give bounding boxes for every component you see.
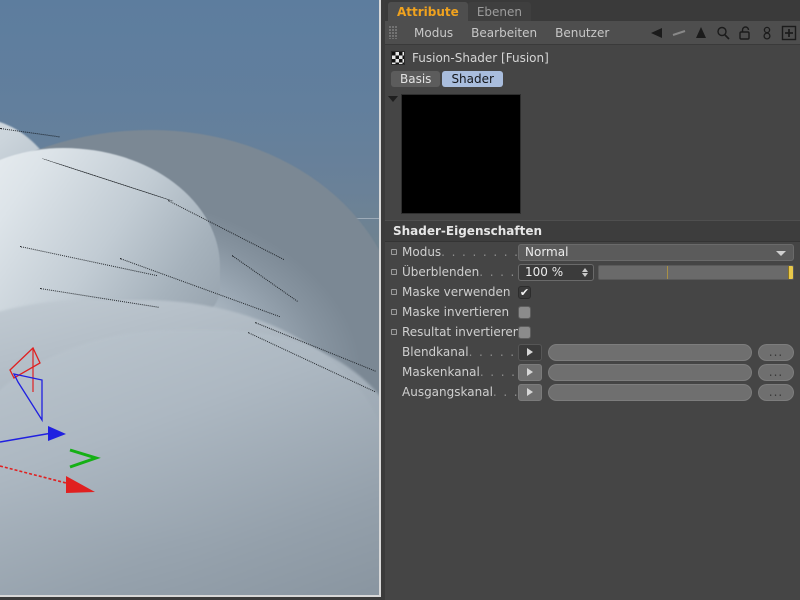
viewport-container[interactable] [0, 0, 384, 600]
ueberblenden-input[interactable]: 100 % [518, 263, 594, 281]
object-name-label: Fusion-Shader [Fusion] [412, 51, 549, 65]
row-modus: Modus. . . . . . . . . . . . Normal [385, 242, 800, 262]
maskenkanal-field[interactable] [548, 363, 752, 381]
label-ausgangskanal-dots: . . . . . [492, 385, 518, 399]
maskenkanal-expand-button[interactable] [518, 363, 542, 381]
attribute-manager-panel: Attribute Ebenen Modus Bearbeiten Benutz… [385, 0, 800, 600]
row-ausgangskanal: Ausgangskanal. . . . . ... [385, 382, 800, 402]
row-blendkanal: Blendkanal. . . . . . . . ... [385, 342, 800, 362]
panel-tabbar: Attribute Ebenen [385, 0, 800, 21]
drag-grip-icon[interactable] [389, 26, 398, 39]
section-header-shader-properties: Shader-Eigenschaften [385, 220, 800, 242]
y-axis-arrow[interactable] [69, 448, 101, 469]
blendkanal-more-button[interactable]: ... [758, 343, 794, 361]
label-maskenkanal: Maskenkanal. . . . . . . [400, 365, 518, 379]
unlock-icon[interactable] [734, 22, 756, 44]
ueberblenden-value: 100 % [525, 265, 564, 279]
animation-key-maske-verwenden[interactable] [391, 289, 400, 295]
label-maskenkanal-text: Maskenkanal [402, 365, 480, 379]
axis-gizmo[interactable] [0, 330, 170, 500]
chevron-down-icon [388, 96, 398, 102]
x-axis-arrow[interactable] [66, 476, 95, 493]
z-axis-arrow[interactable] [48, 426, 66, 441]
x-axis-line[interactable] [0, 465, 71, 485]
z-axis-line[interactable] [0, 432, 53, 443]
application-window: Attribute Ebenen Modus Bearbeiten Benutz… [0, 0, 800, 600]
label-modus-dots: . . . . . . . . . . . . [441, 245, 518, 259]
menu-bearbeiten[interactable]: Bearbeiten [462, 21, 546, 45]
label-maske-verwenden: Maske verwenden [402, 285, 511, 299]
label-ausgangskanal: Ausgangskanal. . . . . [400, 385, 518, 399]
ueberblenden-slider[interactable] [598, 264, 794, 280]
animation-key-modus[interactable] [391, 249, 400, 255]
label-blendkanal: Blendkanal. . . . . . . . [400, 345, 518, 359]
row-ueberblenden: Überblenden. . . . . . . 100 % [385, 262, 800, 282]
animation-key-maske-invertieren[interactable] [391, 309, 400, 315]
label-maske-invertieren: Maske invertieren [402, 305, 510, 319]
back-arrow-icon[interactable] [646, 22, 668, 44]
row-maskenkanal: Maskenkanal. . . . . . . ... [385, 362, 800, 382]
collapse-toggle[interactable] [385, 94, 401, 214]
chevron-right-icon [527, 348, 533, 356]
chevron-right-icon [527, 368, 533, 376]
ausgangskanal-field[interactable] [548, 383, 752, 401]
subtab-shader[interactable]: Shader [442, 71, 503, 87]
shader-preview[interactable] [401, 94, 521, 214]
label-blendkanal-dots: . . . . . . . . [468, 345, 518, 359]
tab-ebenen[interactable]: Ebenen [467, 2, 531, 21]
tab-attribute[interactable]: Attribute [388, 2, 468, 21]
resultat-invertieren-checkbox[interactable] [518, 325, 531, 339]
panel-menubar: Modus Bearbeiten Benutzer [385, 21, 800, 45]
label-maskenkanal-dots: . . . . . . . [479, 365, 518, 379]
ausgangskanal-expand-button[interactable] [518, 383, 542, 401]
up-arrow-icon[interactable] [690, 22, 712, 44]
maske-verwenden-checkbox[interactable]: ✔ [518, 285, 531, 299]
shader-subtabs: Basis Shader [385, 69, 800, 90]
label-ueberblenden: Überblenden. . . . . . . [400, 265, 518, 279]
modus-dropdown[interactable]: Normal [518, 243, 794, 261]
label-ueberblenden-text: Überblenden [402, 265, 480, 279]
chevron-right-icon [527, 388, 533, 396]
chevron-down-icon [776, 250, 786, 256]
search-icon[interactable] [712, 22, 734, 44]
slider-tick [666, 265, 668, 279]
label-ueberblenden-dots: . . . . . . . [479, 265, 518, 279]
blendkanal-expand-button[interactable] [518, 343, 542, 361]
slider-knob[interactable] [788, 265, 793, 279]
ausgangskanal-more-button[interactable]: ... [758, 383, 794, 401]
subtab-basis[interactable]: Basis [391, 71, 441, 87]
row-resultat-invertieren: Resultat invertieren [385, 322, 800, 342]
maske-invertieren-checkbox[interactable] [518, 305, 531, 319]
preview-row [385, 90, 800, 220]
menu-benutzer[interactable]: Benutzer [546, 21, 618, 45]
label-modus-text: Modus [402, 245, 442, 259]
maskenkanal-more-button[interactable]: ... [758, 363, 794, 381]
animation-key-resultat-invertieren[interactable] [391, 329, 400, 335]
z-axis-rotate-handle[interactable] [12, 373, 43, 423]
label-resultat-invertieren: Resultat invertieren [402, 325, 518, 339]
label-modus: Modus. . . . . . . . . . . . [400, 245, 518, 259]
perspective-viewport[interactable] [0, 0, 381, 597]
link-icon[interactable] [756, 22, 778, 44]
menu-modus[interactable]: Modus [405, 21, 462, 45]
stepper-icon[interactable] [582, 267, 588, 277]
checkerboard-icon [391, 51, 405, 65]
plus-box-icon[interactable] [778, 22, 800, 44]
flat-line-icon[interactable] [668, 22, 690, 44]
modus-value: Normal [525, 245, 569, 259]
object-header: Fusion-Shader [Fusion] [385, 47, 800, 69]
row-maske-invertieren: Maske invertieren [385, 302, 800, 322]
row-maske-verwenden: Maske verwenden ✔ [385, 282, 800, 302]
blendkanal-field[interactable] [548, 343, 752, 361]
animation-key-ueberblenden[interactable] [391, 269, 400, 275]
label-ausgangskanal-text: Ausgangskanal [402, 385, 493, 399]
label-blendkanal-text: Blendkanal [402, 345, 469, 359]
